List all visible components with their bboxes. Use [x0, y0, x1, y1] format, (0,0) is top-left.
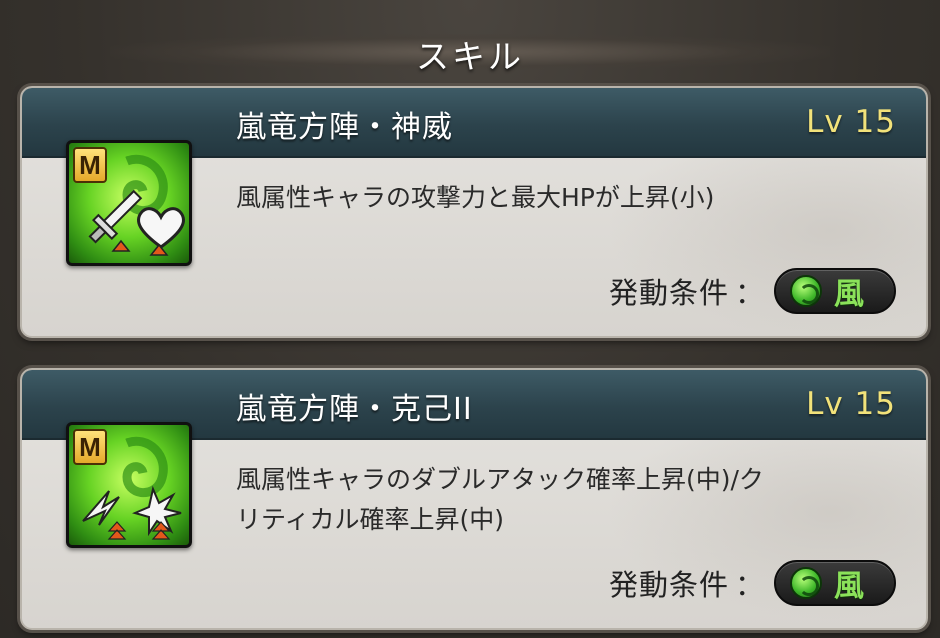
- description-line: 風属性キャラの攻撃力と最大HPが上昇(小): [236, 183, 715, 212]
- description-line: 風属性キャラのダブルアタック確率上昇(中)/ク: [236, 465, 764, 494]
- skill-name: 嵐竜方陣・神威: [236, 110, 453, 145]
- condition-colon: ：: [734, 276, 764, 310]
- element-label: 風: [834, 277, 864, 312]
- main-skill-badge: M: [73, 429, 107, 465]
- activation-condition: 発動条件 ： 風: [609, 268, 896, 314]
- sword-and-heart-up-icon[interactable]: M: [66, 140, 192, 266]
- section-title: スキル: [416, 37, 524, 76]
- element-label: 風: [834, 569, 864, 604]
- skill-card[interactable]: 嵐竜方陣・神威 Lv 15 M 風属性キャラの攻撃力と最大HPが上昇(小) 発動…: [20, 86, 928, 338]
- main-skill-badge: M: [73, 147, 107, 183]
- skill-level: Lv 15: [806, 104, 896, 140]
- condition-label: 発動条件: [608, 276, 729, 310]
- section-header: スキル: [0, 0, 940, 92]
- condition-colon: ：: [734, 568, 764, 602]
- condition-label: 発動条件: [608, 568, 729, 602]
- element-badge[interactable]: 風: [774, 268, 896, 314]
- description-line: リティカル確率上昇(中): [236, 505, 505, 534]
- skill-description: 風属性キャラの攻撃力と最大HPが上昇(小): [236, 178, 896, 218]
- skill-card[interactable]: 嵐竜方陣・克己II Lv 15 M 風属性キャラのダブルアタック確率上昇(中)/…: [20, 368, 928, 630]
- double-attack-critical-up-icon[interactable]: M: [66, 422, 192, 548]
- wind-element-icon: [790, 567, 822, 599]
- wind-element-icon: [790, 275, 822, 307]
- skill-description: 風属性キャラのダブルアタック確率上昇(中)/ク リティカル確率上昇(中): [236, 460, 896, 540]
- element-badge[interactable]: 風: [774, 560, 896, 606]
- skill-name: 嵐竜方陣・克己II: [236, 392, 473, 427]
- skill-level: Lv 15: [806, 386, 896, 422]
- activation-condition: 発動条件 ： 風: [609, 560, 896, 606]
